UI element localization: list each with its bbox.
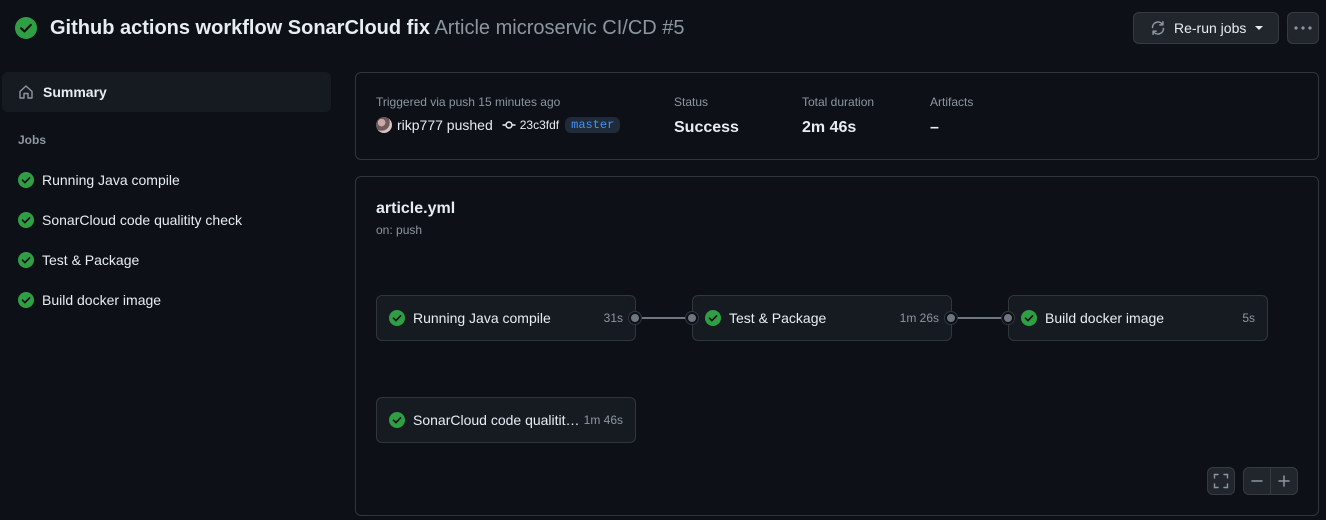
duration-value: 2m 46s (802, 119, 857, 136)
success-check-icon (389, 310, 405, 326)
job-name: Build docker image (1045, 310, 1165, 326)
job-label: SonarCloud code qualitity check (42, 212, 243, 228)
graph-job-running-java-compile[interactable]: Running Java compile 31s (376, 295, 636, 341)
job-label: Running Java compile (42, 172, 180, 188)
actor-text[interactable]: rikp777 pushed (397, 117, 493, 133)
job-duration: 31s (603, 311, 623, 325)
job-name: Running Java compile (413, 310, 551, 326)
graph-job-sonarcloud-check[interactable]: SonarCloud code qualitity check 1m 46s (376, 397, 636, 443)
workflow-graph-panel (355, 176, 1319, 516)
connector-dot (686, 312, 698, 324)
sidebar-job-test-package[interactable]: Test & Package (18, 250, 139, 270)
job-duration: 1m 46s (583, 413, 623, 427)
page-title: Github actions workflow SonarCloud fix A… (50, 16, 685, 40)
success-check-icon (18, 172, 34, 188)
success-check-icon (15, 17, 37, 39)
success-check-icon (18, 292, 34, 308)
commit-link[interactable]: 23c3fdf (502, 118, 559, 132)
job-label: Build docker image (42, 292, 162, 308)
trigger-info: Triggered via push 15 minutes ago rikp77… (376, 95, 621, 133)
fullscreen-button[interactable] (1207, 467, 1235, 495)
success-check-icon (705, 310, 721, 326)
success-check-icon (18, 252, 34, 268)
graph-connector (951, 317, 1008, 319)
jobs-heading: Jobs (18, 133, 47, 147)
success-check-icon (1021, 310, 1037, 326)
job-name: Test & Package (729, 310, 827, 326)
job-duration: 5s (1242, 311, 1255, 325)
branch-badge[interactable]: master (565, 117, 621, 133)
duration-label: Total duration (802, 95, 875, 109)
success-check-icon (18, 212, 34, 228)
success-check-icon (389, 412, 405, 428)
sync-icon (1151, 21, 1165, 35)
kebab-horizontal-icon (1294, 26, 1312, 30)
workflow-trigger: on: push (376, 223, 423, 237)
more-options-button[interactable] (1287, 12, 1319, 44)
artifacts-value: – (930, 119, 939, 136)
graph-job-test-package[interactable]: Test & Package 1m 26s (692, 295, 952, 341)
plus-icon (1278, 475, 1290, 487)
sidebar-job-sonarcloud-check[interactable]: SonarCloud code qualitity check (18, 210, 242, 230)
job-name: SonarCloud code qualitity check (413, 412, 580, 428)
status-value: Success (674, 119, 739, 136)
minus-icon (1251, 480, 1263, 482)
caret-down-icon (1255, 26, 1264, 30)
connector-dot (1002, 312, 1014, 324)
duration-info: Total duration 2m 46s (802, 95, 874, 137)
job-duration: 1m 26s (899, 311, 939, 325)
connector-dot (629, 312, 641, 324)
rerun-jobs-button[interactable]: Re-run jobs (1133, 12, 1279, 44)
artifacts-info: Artifacts – (930, 95, 973, 137)
graph-connector (635, 317, 692, 319)
home-icon (19, 85, 33, 99)
graph-job-build-docker-image[interactable]: Build docker image 5s (1008, 295, 1268, 341)
status-info: Status Success (674, 95, 739, 137)
run-title: Github actions workflow SonarCloud fix (50, 17, 431, 39)
zoom-out-button[interactable] (1243, 467, 1271, 495)
triggered-label: Triggered via push 15 minutes ago (376, 95, 561, 109)
connector-dot (945, 312, 957, 324)
commit-sha: 23c3fdf (519, 118, 560, 132)
run-summary-panel: Triggered via push 15 minutes ago rikp77… (355, 72, 1319, 160)
zoom-in-button[interactable] (1270, 467, 1298, 495)
rerun-jobs-label: Re-run jobs (1174, 20, 1247, 36)
run-header: Github actions workflow SonarCloud fix A… (0, 0, 1326, 56)
avatar[interactable] (376, 117, 392, 133)
sidebar-item-summary[interactable]: Summary (2, 72, 331, 112)
screen-full-icon (1213, 473, 1229, 489)
status-label: Status (674, 95, 709, 109)
workflow-run-name[interactable]: Article microservic CI/CD #5 (434, 17, 684, 39)
job-label: Test & Package (42, 252, 140, 268)
workflow-file-name: article.yml (376, 200, 456, 217)
sidebar-item-label: Summary (43, 84, 107, 100)
git-commit-icon (502, 121, 516, 129)
sidebar-job-build-docker-image[interactable]: Build docker image (18, 290, 161, 310)
sidebar-job-running-java-compile[interactable]: Running Java compile (18, 170, 180, 190)
artifacts-label: Artifacts (930, 95, 974, 109)
